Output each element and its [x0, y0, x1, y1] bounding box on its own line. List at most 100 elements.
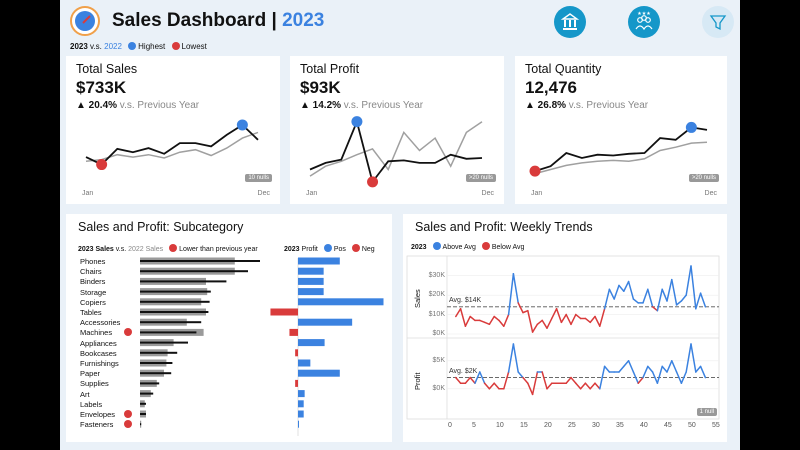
subcategory-label: Binders [80, 277, 106, 287]
sales-2023-bar[interactable] [140, 392, 154, 395]
subcategory-label: Machines [80, 328, 113, 338]
svg-text:★★★: ★★★ [637, 11, 651, 17]
sales-segment [498, 319, 505, 327]
profit-bar[interactable] [295, 349, 298, 357]
sales-2023-bar[interactable] [140, 331, 197, 334]
sales-2023-bar[interactable] [140, 300, 210, 303]
kpi-change-value: ▲ 26.8% [525, 100, 567, 111]
profit-segment [695, 365, 702, 373]
sales-avg-label: Avg. $14K [449, 296, 482, 304]
sales-2023-bar[interactable] [140, 382, 160, 385]
team-button[interactable]: ★★★ [628, 6, 660, 38]
profit-bar[interactable] [298, 359, 311, 367]
profit-bar[interactable] [298, 390, 305, 398]
subcategory-label: Appliances [80, 338, 117, 348]
profit-bar[interactable] [298, 410, 304, 418]
sales-2023-bar[interactable] [140, 260, 260, 262]
sales-2023-bar[interactable] [140, 341, 188, 344]
profit-bar[interactable] [298, 288, 324, 296]
lowest-point-marker[interactable] [96, 159, 108, 171]
legend-vs: v.s. [90, 42, 102, 51]
profit-bar[interactable] [270, 308, 298, 316]
x-tick-label: 35 [616, 422, 624, 429]
sales-segment [656, 288, 663, 312]
profit-bar[interactable] [298, 400, 304, 408]
sparkline-series-2022 [85, 131, 259, 163]
profit-segment [685, 343, 692, 373]
sales-segment [488, 315, 495, 326]
profit-segment [627, 360, 635, 373]
profit-bar[interactable] [298, 298, 384, 306]
profit-segment [603, 365, 611, 373]
sales-segment [623, 280, 630, 293]
axis-label-dec: Dec [257, 190, 270, 197]
profit-bar[interactable] [298, 267, 324, 275]
filter-button[interactable] [702, 6, 734, 38]
page-title-year: 2023 [282, 10, 325, 31]
profit-segment [493, 382, 500, 390]
sales-segment [459, 307, 467, 327]
highest-point-marker[interactable] [351, 116, 363, 128]
kpi-vs-text: v.s. Previous Year [341, 100, 424, 111]
profit-bar[interactable] [298, 277, 324, 285]
subcategory-label: Tables [80, 308, 102, 317]
bank-button[interactable] [554, 6, 586, 38]
sales-segment [603, 288, 611, 310]
sales-segment [507, 273, 515, 316]
sales-segment [483, 321, 491, 326]
highest-point-marker[interactable] [685, 121, 697, 133]
sales-2023-bar[interactable] [140, 270, 248, 273]
subcategory-bars [140, 257, 384, 436]
sales-2023-bar[interactable] [140, 290, 211, 293]
profit-bar[interactable] [298, 257, 340, 265]
kpi-change-value: ▲ 20.4% [76, 100, 118, 111]
profit-segment [690, 343, 697, 373]
profit-segment [637, 376, 644, 384]
kpi-vs-text: v.s. Previous Year [117, 100, 200, 111]
axis-label-jan: Jan [531, 190, 543, 197]
sales-2023-bar[interactable] [140, 372, 172, 375]
highest-point-marker[interactable] [236, 119, 248, 131]
profit-bar[interactable] [298, 339, 325, 347]
subcategory-label: Copiers [80, 297, 106, 307]
sales-segment [541, 319, 548, 329]
sales-2023-bar[interactable] [140, 413, 146, 415]
sales-2023-bar[interactable] [140, 321, 202, 324]
profit-segment [623, 360, 630, 368]
kpi-card-total-quantity: Total Quantity 12,476 ▲ 26.8% v.s. Previou… [515, 56, 727, 204]
sales-2023-bar[interactable] [140, 362, 173, 364]
sales-2023-bar[interactable] [140, 402, 146, 405]
axis-label-jan: Jan [82, 190, 94, 197]
lowest-point-marker[interactable] [367, 176, 379, 188]
sales-2023-bar[interactable] [140, 311, 209, 313]
profit-segment [579, 382, 587, 390]
profit-bar[interactable] [295, 379, 298, 387]
lowest-point-marker[interactable] [529, 165, 541, 177]
sales-segment [608, 288, 615, 300]
profit-bar[interactable] [298, 318, 353, 326]
sales-2023-bar[interactable] [140, 423, 142, 426]
profit-bar[interactable] [289, 328, 298, 336]
sales-2023-bar[interactable] [140, 351, 178, 354]
sales-2023-bar[interactable] [140, 280, 227, 283]
x-tick-label: 50 [688, 422, 696, 429]
subcategory-card: Sales and Profit: Subcategory 2023 Sales… [66, 214, 392, 442]
sales-segment [522, 309, 529, 314]
sales-segment [512, 273, 519, 304]
weekly-chart [406, 255, 720, 420]
profit-bar[interactable] [298, 420, 299, 428]
kpi-sparkline [309, 116, 483, 188]
sales-segment [594, 315, 601, 327]
profit-segment [656, 365, 663, 384]
profit-bar[interactable] [298, 369, 340, 377]
sales-segment [493, 315, 500, 322]
sales-segment [666, 278, 673, 302]
profit-segment [661, 365, 668, 373]
sales-segment [575, 313, 582, 320]
kpi-title: Total Sales [76, 62, 138, 76]
axis-label-dec: Dec [481, 190, 494, 197]
sales-segment [527, 309, 534, 333]
kpi-change: ▲ 14.2% v.s. Previous Year [300, 100, 423, 111]
page-title-separator: | [271, 10, 277, 31]
sales-segment [642, 288, 649, 304]
